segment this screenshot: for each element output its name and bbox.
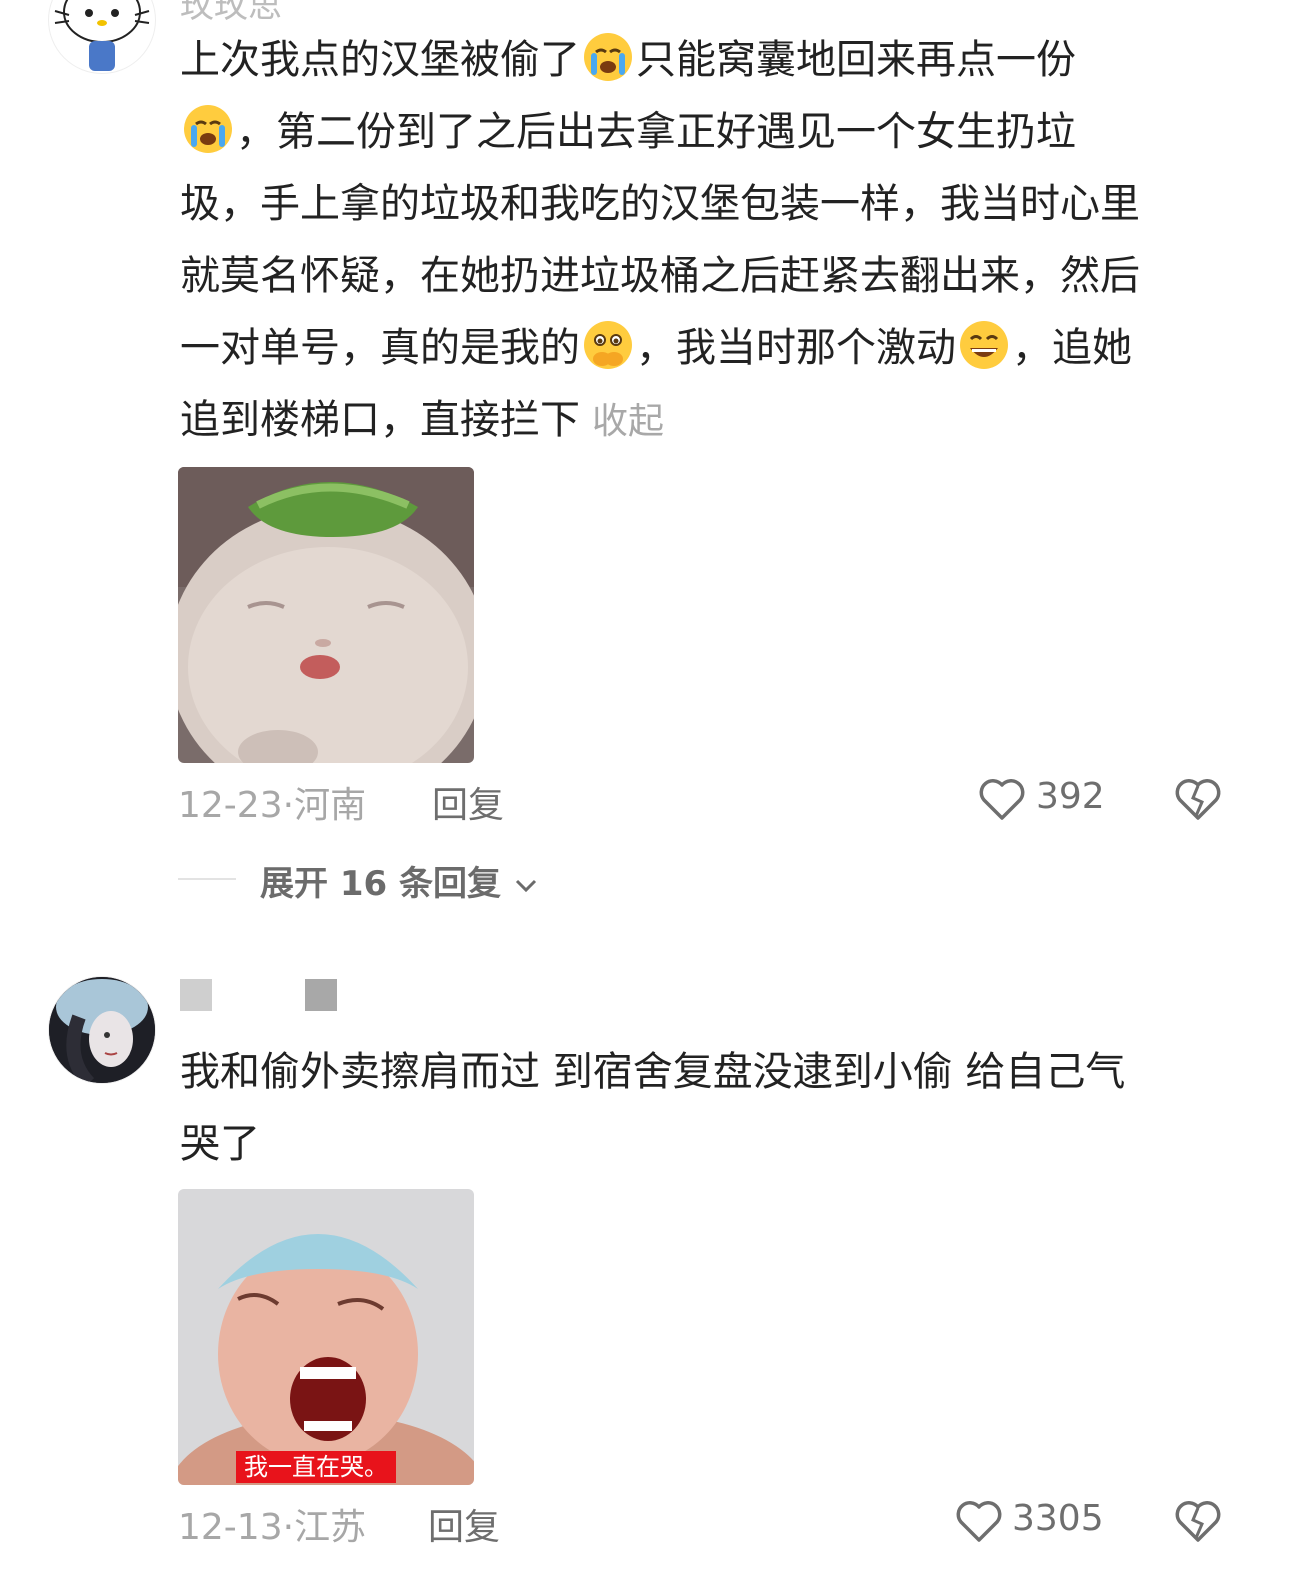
comment-text-line: 一对单号，真的是我的 ，我当时那个激动 ，追她 bbox=[180, 312, 1132, 384]
comment-text-line: 就莫名怀疑，在她扔进垃圾桶之后赶紧去翻出来，然后 bbox=[180, 253, 1140, 299]
heart-icon[interactable] bbox=[978, 776, 1026, 822]
comment-text-line: 圾，手上拿的垃圾和我吃的汉堡包装一样，我当时心里 bbox=[180, 181, 1140, 227]
expand-replies-button[interactable]: 展开 16 条回复 bbox=[260, 856, 539, 905]
like-count: 3305 bbox=[1012, 1498, 1104, 1539]
chevron-down-icon bbox=[515, 879, 536, 892]
grinning-face-icon bbox=[960, 321, 1008, 369]
avatar[interactable] bbox=[48, 976, 156, 1084]
comment-meta: 12-13·江苏 bbox=[178, 1507, 367, 1548]
like-count: 392 bbox=[1036, 776, 1105, 817]
broken-heart-icon[interactable] bbox=[1174, 776, 1222, 822]
reply-button[interactable]: 回复 bbox=[428, 1498, 500, 1550]
collapse-link[interactable]: 收起 bbox=[592, 401, 664, 442]
sticker-caption: 我一直在哭。 bbox=[236, 1451, 396, 1483]
crying-man-sticker-image[interactable]: 我一直在哭。 bbox=[178, 1189, 474, 1485]
heart-icon[interactable] bbox=[955, 1498, 1003, 1544]
comment-text-line: ，第二份到了之后出去拿正好遇见一个女生扔垃 bbox=[180, 96, 1076, 168]
comment-meta: 12-23·河南 bbox=[178, 785, 367, 826]
teary-hands-over-mouth-icon bbox=[584, 321, 632, 369]
comment-text-line: 追到楼梯口，直接拦下 收起 bbox=[180, 397, 665, 443]
crying-face-icon bbox=[584, 33, 632, 81]
comment-text-line: 上次我点的汉堡被偷了 只能窝囊地回来再点一份 bbox=[180, 24, 1076, 96]
radish-sticker-image[interactable] bbox=[178, 467, 474, 763]
broken-heart-icon[interactable] bbox=[1174, 1498, 1222, 1544]
comment-text-line: 哭了 bbox=[180, 1121, 260, 1167]
crying-face-icon bbox=[184, 105, 232, 153]
divider bbox=[178, 878, 236, 880]
reply-button[interactable]: 回复 bbox=[432, 776, 504, 828]
avatar[interactable] bbox=[48, 0, 156, 74]
comment-text-line: 我和偷外卖擦肩而过 到宿舍复盘没逮到小偷 给自己气 bbox=[180, 1049, 1126, 1095]
username-censored-block bbox=[180, 979, 212, 1011]
username[interactable]: 玫玫思 bbox=[180, 0, 282, 27]
username-censored-block bbox=[305, 979, 337, 1011]
